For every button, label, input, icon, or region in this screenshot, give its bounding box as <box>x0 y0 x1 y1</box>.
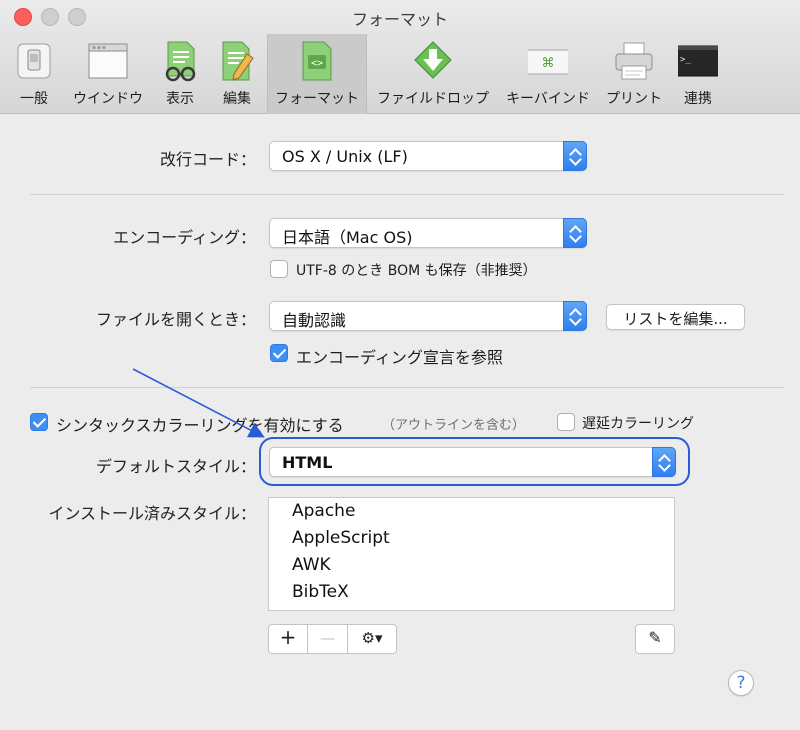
installed-styles-label: インストール済みスタイル： <box>48 504 256 523</box>
toolbar-edit-label: 編集 <box>223 91 251 107</box>
delayed-coloring-label: 遅延カラーリング <box>582 416 694 432</box>
toolbar-print-label: プリント <box>606 91 662 107</box>
toolbar-window[interactable]: ウインドウ <box>70 34 146 114</box>
encoding-declaration-label: エンコーディング宣言を参照 <box>296 348 503 367</box>
popup-stepper-icon <box>563 301 587 331</box>
toolbar-general-label: 一般 <box>20 91 48 107</box>
toolbar-view-label: 表示 <box>166 91 194 107</box>
popup-stepper-icon <box>652 447 676 477</box>
open-file-encoding-value: 自動認識 <box>282 311 347 330</box>
general-icon <box>14 40 54 82</box>
installed-styles-list[interactable]: Apache AppleScript AWK BibTeX <box>268 497 675 611</box>
gear-icon: ⚙▾ <box>361 629 383 647</box>
encoding-value: 日本語（Mac OS) <box>282 228 413 247</box>
pencil-icon: ✎ <box>648 628 662 647</box>
terminal-icon: >_ <box>675 40 721 82</box>
edit-icon <box>217 40 257 82</box>
bom-checkbox[interactable] <box>270 260 288 278</box>
key-binding-icon: ⌘ <box>521 40 575 82</box>
add-style-button[interactable]: + <box>268 624 308 654</box>
default-style-popup[interactable]: HTML <box>269 447 676 477</box>
outline-note: （アウトラインを含む） <box>382 418 526 433</box>
bom-checkbox-label: UTF-8 のとき BOM も保存（非推奨） <box>296 263 537 279</box>
toolbar-file-drop-label: ファイルドロップ <box>377 91 489 107</box>
preferences-window: フォーマット 一般 ウインドウ 表示 編集 <> フォーマット ファイルドロップ… <box>0 0 800 730</box>
encoding-declaration-checkbox[interactable] <box>270 344 288 362</box>
edit-list-button[interactable]: リストを編集... <box>606 304 745 330</box>
syntax-coloring-checkbox[interactable] <box>30 413 48 431</box>
list-item[interactable]: Apache <box>269 498 674 525</box>
separator <box>30 194 784 195</box>
terminal-prompt-glyph: >_ <box>680 55 691 65</box>
line-ending-popup[interactable]: OS X / Unix (LF) <box>269 141 587 171</box>
list-item[interactable]: AWK <box>269 552 674 579</box>
popup-stepper-icon <box>563 218 587 248</box>
window-title: フォーマット <box>351 10 448 29</box>
toolbar-general[interactable]: 一般 <box>8 34 60 114</box>
default-style-value: HTML <box>282 453 333 472</box>
style-action-menu-button[interactable]: ⚙▾ <box>347 624 397 654</box>
format-icon: <> <box>297 40 337 82</box>
encoding-popup[interactable]: 日本語（Mac OS) <box>269 218 587 248</box>
view-icon <box>160 40 200 82</box>
toolbar-window-label: ウインドウ <box>73 91 143 107</box>
toolbar-integration-label: 連携 <box>684 91 712 107</box>
toolbar-print[interactable]: プリント <box>601 34 667 114</box>
toolbar-format[interactable]: <> フォーマット <box>267 34 367 114</box>
encoding-label: エンコーディング： <box>113 228 256 247</box>
delayed-coloring-checkbox[interactable] <box>557 413 575 431</box>
title-toolbar: フォーマット 一般 ウインドウ 表示 編集 <> フォーマット ファイルドロップ… <box>0 0 800 114</box>
open-file-label: ファイルを開くとき： <box>95 310 256 329</box>
toolbar-edit[interactable]: 編集 <box>213 34 261 114</box>
toolbar-view[interactable]: 表示 <box>155 34 205 114</box>
print-icon <box>614 40 654 82</box>
toolbar-key-binding[interactable]: ⌘ キーバインド <box>500 34 596 114</box>
toolbar-key-binding-label: キーバインド <box>506 91 590 107</box>
file-drop-icon <box>413 40 453 82</box>
list-item[interactable]: AppleScript <box>269 525 674 552</box>
remove-style-button[interactable]: — <box>307 624 348 654</box>
toolbar-file-drop[interactable]: ファイルドロップ <box>372 34 494 114</box>
toolbar-format-label: フォーマット <box>275 91 359 107</box>
svg-text:<>: <> <box>311 58 323 69</box>
separator <box>30 387 784 388</box>
command-key-glyph: ⌘ <box>542 56 555 71</box>
open-file-encoding-popup[interactable]: 自動認識 <box>269 301 587 331</box>
line-ending-label: 改行コード： <box>159 150 256 169</box>
line-ending-value: OS X / Unix (LF) <box>282 147 408 166</box>
edit-style-button[interactable]: ✎ <box>635 624 675 654</box>
window-icon <box>88 40 128 82</box>
popup-stepper-icon <box>563 141 587 171</box>
list-item[interactable]: BibTeX <box>269 579 674 606</box>
syntax-coloring-label: シンタックスカラーリングを有効にする <box>56 416 344 435</box>
help-button[interactable]: ? <box>728 670 754 696</box>
default-style-label: デフォルトスタイル： <box>95 457 256 476</box>
toolbar-integration[interactable]: >_ 連携 <box>670 34 726 114</box>
